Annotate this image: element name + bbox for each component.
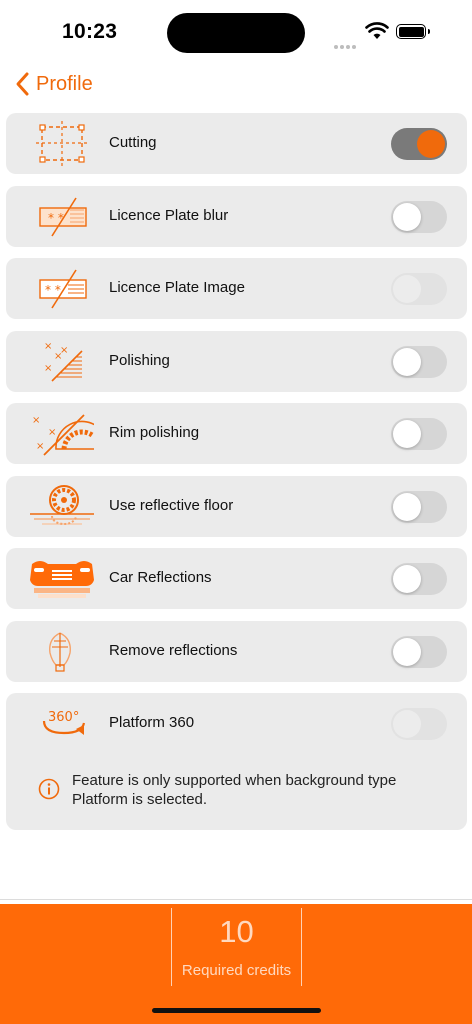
option-row-cutting: Cutting	[6, 113, 467, 174]
status-time: 10:23	[62, 20, 118, 43]
svg-text:×: ×	[44, 363, 52, 374]
svg-text:* *: * *	[48, 211, 64, 225]
cutting-toggle[interactable]	[391, 128, 447, 160]
option-row-car-reflections: Car Reflections	[6, 548, 467, 609]
svg-text:×: ×	[36, 441, 44, 452]
option-row-licence-plate-image: * * Licence Plate Image	[6, 258, 467, 319]
option-label: Rim polishing	[109, 424, 200, 441]
note-text: Feature is only supported when backgroun…	[72, 772, 397, 808]
wifi-icon	[365, 22, 389, 45]
screen: 10:23 Profile Cutting * * Licence Plate …	[0, 0, 472, 1024]
reflective-floor-toggle[interactable]	[391, 490, 447, 523]
info-icon	[38, 778, 60, 800]
svg-text:×: ×	[44, 341, 52, 352]
options-list: Cutting * * Licence Plate blur * * Licen…	[6, 113, 467, 842]
licence-plate-image-toggle[interactable]	[391, 273, 447, 305]
back-label: Profile	[36, 72, 93, 95]
option-label: Use reflective floor	[109, 496, 234, 514]
platform-360-icon: 360°	[30, 699, 94, 748]
status-bar: 10:23	[0, 0, 472, 60]
option-label: Polishing	[109, 351, 170, 369]
dynamic-island	[167, 13, 305, 53]
option-label: Cutting	[109, 134, 157, 151]
option-row-polishing: × × × × Polishing	[6, 330, 467, 392]
car-reflections-toggle[interactable]	[391, 563, 447, 595]
option-label: Platform 360	[109, 714, 195, 731]
option-row-platform-360: 360° Platform 360 Feature is only suppor…	[6, 693, 467, 830]
svg-text:360°: 360°	[48, 710, 79, 725]
svg-text:×: ×	[32, 415, 40, 426]
footer-bar: 10 Required credits	[0, 904, 472, 1024]
option-label: Licence Plate Image	[109, 279, 245, 296]
option-label: Remove reflections	[109, 641, 238, 659]
cutting-icon	[30, 119, 94, 168]
home-indicator[interactable]	[152, 1008, 321, 1013]
cellular-signal-icon	[334, 36, 358, 54]
svg-text:×: ×	[48, 427, 56, 438]
remove-reflections-icon	[30, 627, 94, 676]
svg-text:* *: * *	[45, 283, 61, 297]
chevron-left-icon	[16, 72, 29, 96]
required-credits: 10 Required credits	[171, 908, 302, 986]
plate-blur-icon: * *	[30, 192, 94, 241]
footer-divider	[0, 899, 472, 900]
polishing-icon: × × × ×	[30, 337, 94, 386]
option-row-remove-reflections: Remove reflections	[6, 620, 467, 682]
svg-text:×: ×	[60, 345, 68, 356]
polishing-toggle[interactable]	[391, 345, 447, 378]
rim-polishing-toggle[interactable]	[391, 418, 447, 450]
car-reflections-icon	[30, 554, 94, 603]
option-label: Car Reflections	[109, 569, 212, 586]
credits-label: Required credits	[181, 962, 292, 979]
platform-360-note: Feature is only supported when backgroun…	[38, 771, 432, 809]
licence-plate-blur-toggle[interactable]	[391, 200, 447, 233]
option-label: Licence Plate blur	[109, 206, 229, 224]
plate-image-icon: * *	[30, 264, 94, 313]
platform-360-toggle[interactable]	[391, 708, 447, 740]
option-row-reflective-floor: Use reflective floor	[6, 475, 467, 537]
back-button[interactable]: Profile	[12, 68, 93, 100]
option-row-rim-polishing: × × × Rim polishing	[6, 403, 467, 464]
rim-polishing-icon: × × ×	[30, 409, 99, 458]
reflective-floor-icon	[30, 482, 94, 531]
option-row-licence-plate-blur: * * Licence Plate blur	[6, 185, 467, 247]
battery-icon	[396, 24, 430, 39]
credits-value: 10	[219, 914, 254, 949]
remove-reflections-toggle[interactable]	[391, 635, 447, 668]
